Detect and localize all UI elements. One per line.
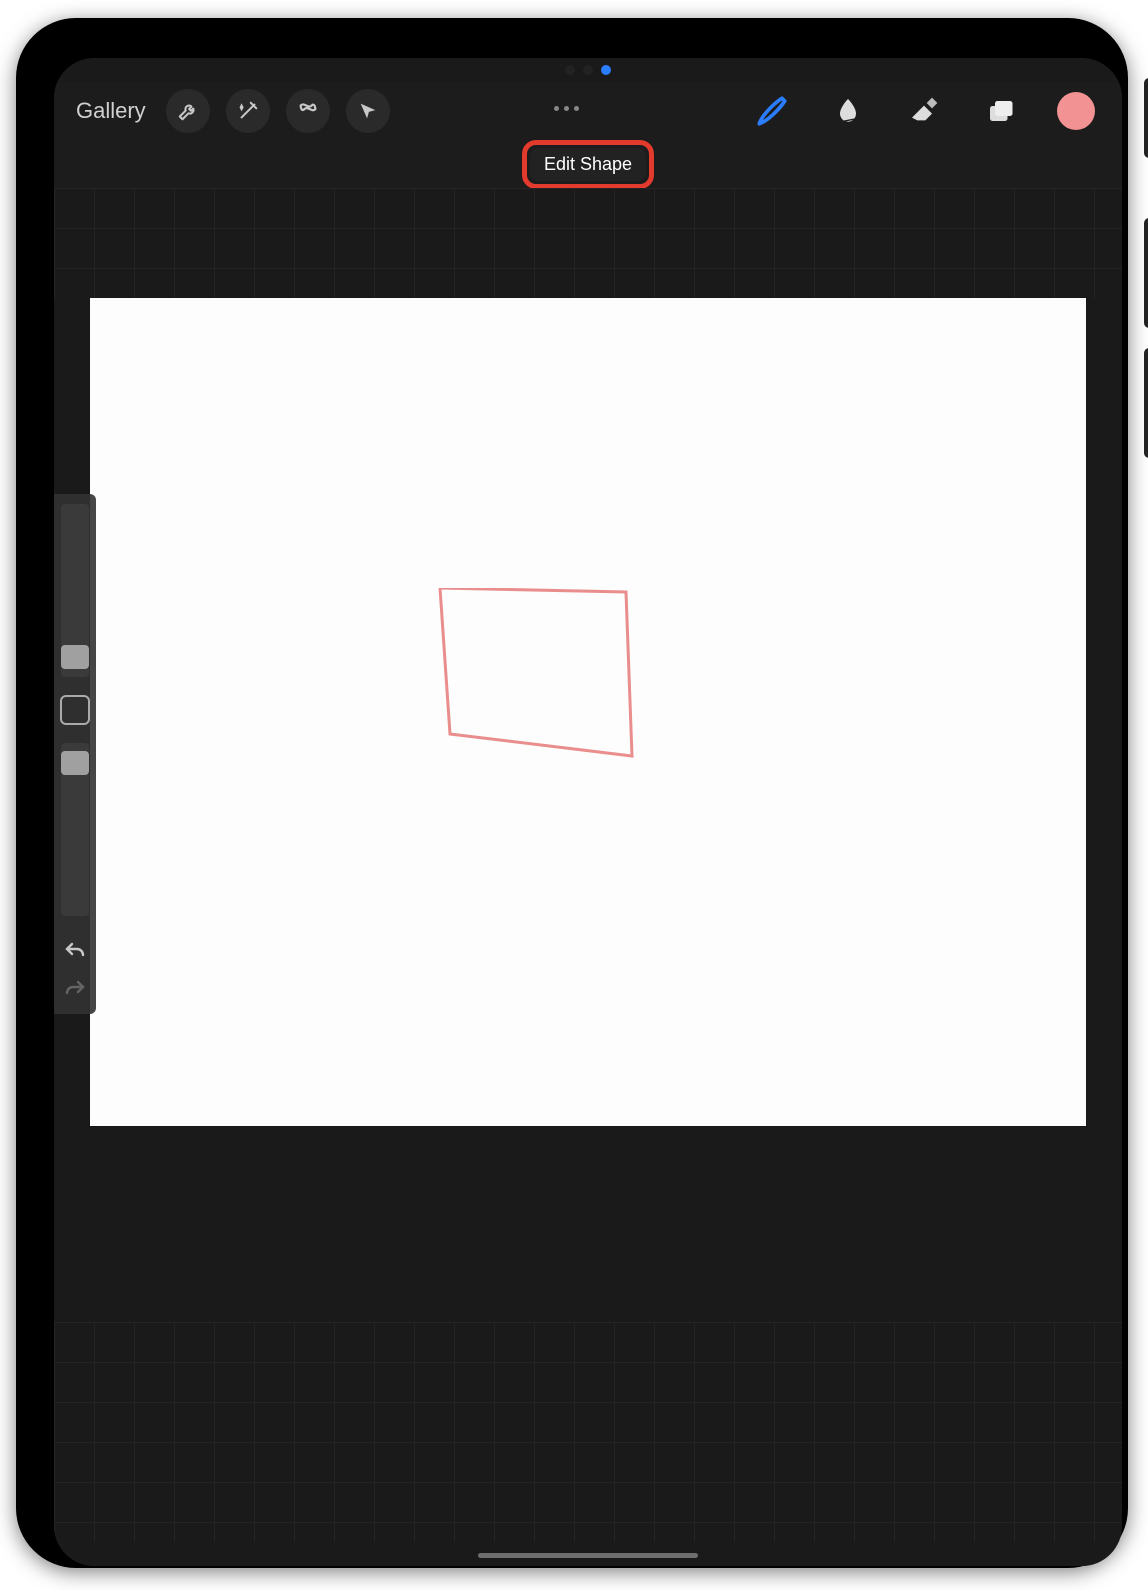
workspace-background-bottom: [54, 1322, 1122, 1542]
smudge-tool-button[interactable]: [824, 87, 872, 135]
selection-button[interactable]: [286, 89, 330, 133]
actions-button[interactable]: [166, 89, 210, 133]
workspace-background-top: [54, 188, 1122, 298]
layers-button[interactable]: [976, 87, 1024, 135]
front-camera-array: [54, 58, 1122, 82]
transform-button[interactable]: [346, 89, 390, 133]
brush-size-slider[interactable]: [61, 504, 89, 677]
volume-up-button: [1144, 218, 1148, 328]
brush-size-thumb[interactable]: [61, 645, 89, 669]
color-swatch-button[interactable]: [1052, 87, 1100, 135]
sensor-dot: [565, 65, 575, 75]
top-toolbar: Gallery: [54, 82, 1122, 140]
edit-shape-label: Edit Shape: [544, 154, 632, 174]
canvas[interactable]: [90, 298, 1086, 1126]
adjustments-button[interactable]: [226, 89, 270, 133]
side-panel: [54, 494, 96, 1014]
gallery-button[interactable]: Gallery: [66, 92, 156, 130]
indicator-dot: [601, 65, 611, 75]
opacity-thumb[interactable]: [61, 751, 89, 775]
selection-icon: [297, 100, 319, 122]
eraser-icon: [908, 95, 940, 127]
redo-button[interactable]: [63, 978, 87, 998]
camera-dot: [583, 65, 593, 75]
volume-down-button: [1144, 348, 1148, 458]
brush-icon: [755, 94, 789, 128]
ellipsis-icon: [574, 106, 579, 111]
screen: Gallery: [54, 58, 1122, 1566]
modifier-button[interactable]: [60, 695, 90, 725]
ipad-device-frame: Gallery: [16, 18, 1128, 1568]
brush-tool-button[interactable]: [748, 87, 796, 135]
smudge-icon: [832, 95, 864, 127]
sub-toolbar: Edit Shape: [54, 140, 1122, 188]
modify-menu-button[interactable]: [554, 106, 579, 111]
ellipsis-icon: [564, 106, 569, 111]
eraser-tool-button[interactable]: [900, 87, 948, 135]
color-swatch: [1057, 92, 1095, 130]
wrench-icon: [177, 100, 199, 122]
power-button: [1144, 78, 1148, 158]
cursor-icon: [357, 100, 379, 122]
magic-wand-icon: [237, 100, 259, 122]
home-indicator[interactable]: [478, 1553, 698, 1558]
edit-shape-button[interactable]: Edit Shape: [530, 148, 646, 181]
drawn-shape: [430, 588, 638, 770]
layers-icon: [985, 96, 1015, 126]
undo-button[interactable]: [63, 940, 87, 960]
opacity-slider[interactable]: [61, 743, 89, 916]
ellipsis-icon: [554, 106, 559, 111]
